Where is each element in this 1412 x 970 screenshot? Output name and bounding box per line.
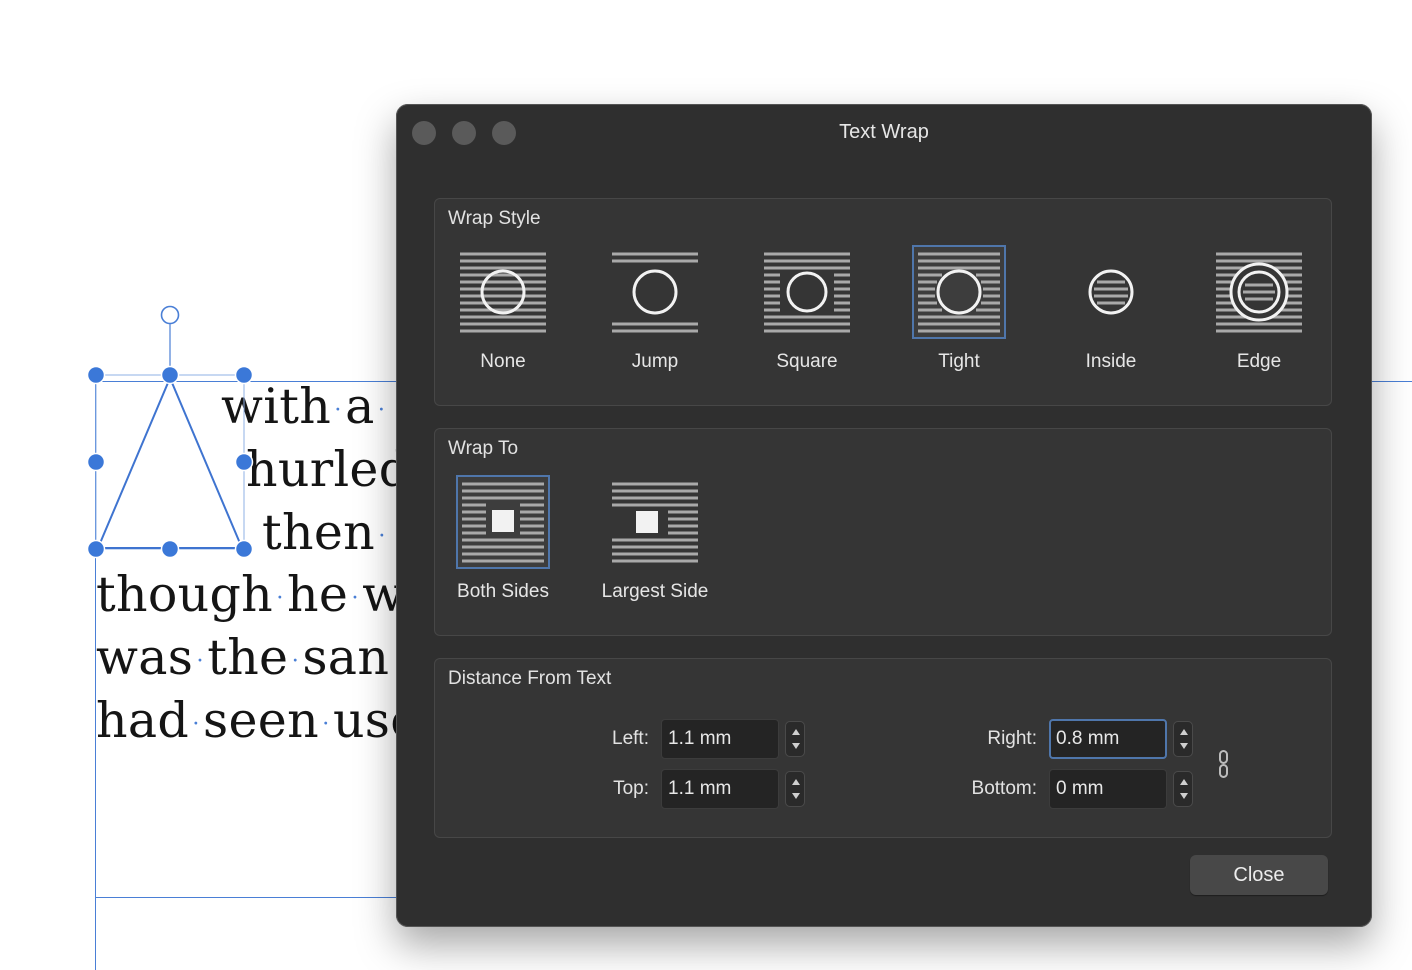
wrap-to-heading: Wrap To <box>448 438 519 459</box>
distance-from-text-group: Distance From Text Left: 1.1 mm Top: 1.1… <box>434 658 1332 838</box>
wrap-style-edge[interactable]: Edge <box>1199 245 1319 373</box>
wrap-style-none[interactable]: None <box>443 245 563 373</box>
wrap-largest-side-icon <box>608 475 702 569</box>
stepper-down-icon[interactable] <box>786 789 804 806</box>
stepper-up-icon[interactable] <box>1174 722 1192 739</box>
wrap-style-square[interactable]: Square <box>747 245 867 373</box>
wrap-inside-icon <box>1064 245 1158 339</box>
wrap-both-sides-icon <box>456 475 550 569</box>
selected-triangle-shape[interactable] <box>0 0 400 600</box>
stepper-up-icon[interactable] <box>786 772 804 789</box>
link-chain-icon[interactable] <box>1217 749 1231 779</box>
bottom-distance-stepper[interactable] <box>1173 771 1193 807</box>
stepper-down-icon[interactable] <box>786 739 804 756</box>
wrap-to-both-sides[interactable]: Both Sides <box>443 475 563 603</box>
wrap-style-heading: Wrap Style <box>448 208 541 229</box>
wrap-style-tight[interactable]: Tight <box>899 245 1019 373</box>
wrap-edge-icon <box>1212 245 1306 339</box>
right-distance-stepper[interactable] <box>1173 721 1193 757</box>
left-label: Left: <box>612 728 649 749</box>
stepper-down-icon[interactable] <box>1174 739 1192 756</box>
wrap-square-icon <box>760 245 854 339</box>
right-distance-field[interactable]: 0.8 mm <box>1049 719 1167 759</box>
text-line-6: had ·seen ·use <box>96 692 420 749</box>
bottom-label: Bottom: <box>971 778 1037 799</box>
selection-handle[interactable] <box>234 539 254 559</box>
text-line-5: was ·the ·san <box>96 629 390 686</box>
wrap-none-icon <box>456 245 550 339</box>
selection-handle[interactable] <box>234 452 254 472</box>
stepper-up-icon[interactable] <box>1174 772 1192 789</box>
distance-heading: Distance From Text <box>448 668 612 689</box>
titlebar: Text Wrap <box>396 104 1372 162</box>
selection-handle[interactable] <box>86 539 106 559</box>
wrap-style-group: Wrap Style None Jump Square Tight Inside… <box>434 198 1332 406</box>
rotation-handle[interactable] <box>160 305 180 325</box>
stepper-down-icon[interactable] <box>1174 789 1192 806</box>
selection-handle[interactable] <box>86 365 106 385</box>
selection-handle[interactable] <box>86 452 106 472</box>
right-label: Right: <box>987 728 1037 749</box>
selection-handle[interactable] <box>234 365 254 385</box>
wrap-tight-icon <box>912 245 1006 339</box>
text-wrap-dialog: Text Wrap Wrap Style None Jump Square Ti… <box>396 104 1372 927</box>
wrap-to-largest-side[interactable]: Largest Side <box>595 475 715 603</box>
bottom-distance-field[interactable]: 0 mm <box>1049 769 1167 809</box>
top-distance-field[interactable]: 1.1 mm <box>661 769 779 809</box>
left-distance-field[interactable]: 1.1 mm <box>661 719 779 759</box>
top-distance-stepper[interactable] <box>785 771 805 807</box>
selection-handle[interactable] <box>160 365 180 385</box>
close-button[interactable]: Close <box>1190 855 1328 895</box>
stepper-up-icon[interactable] <box>786 722 804 739</box>
wrap-jump-icon <box>608 245 702 339</box>
selection-handle[interactable] <box>160 539 180 559</box>
wrap-style-inside[interactable]: Inside <box>1051 245 1171 373</box>
left-distance-stepper[interactable] <box>785 721 805 757</box>
top-label: Top: <box>613 778 649 799</box>
dialog-title: Text Wrap <box>839 121 929 143</box>
text-frame-top-edge-right <box>1372 381 1412 382</box>
wrap-style-jump[interactable]: Jump <box>595 245 715 373</box>
wrap-to-group: Wrap To Both Sides Largest Side <box>434 428 1332 636</box>
text-frame-bottom-edge <box>96 897 396 898</box>
